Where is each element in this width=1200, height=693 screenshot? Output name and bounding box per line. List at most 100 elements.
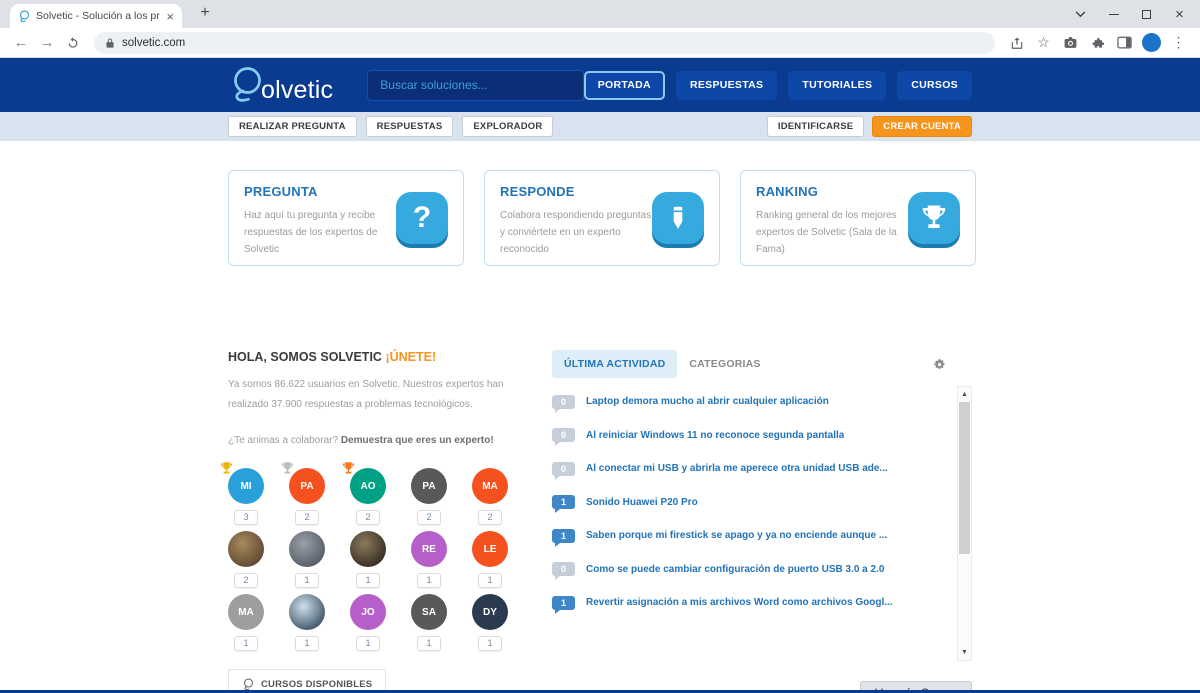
answer-count: 2 (356, 510, 380, 525)
answer-count: 2 (417, 510, 441, 525)
reply-count-badge: 1 (552, 495, 575, 514)
activity-item[interactable]: 0 Al conectar mi USB y abrirla me aperece… (552, 452, 946, 486)
activity-item[interactable]: 1 Revertir asignación a mis archivos Word… (552, 586, 946, 620)
responde-card[interactable]: RESPONDE Colabora respondiendo preguntas… (484, 170, 720, 266)
menu-kebab-icon[interactable]: ⋮ (1165, 31, 1192, 55)
nav-respuestas-button[interactable]: RESPUESTAS (675, 70, 778, 100)
card-text: Colabora respondiendo preguntas y convié… (500, 210, 652, 255)
window-maximize-button[interactable] (1130, 0, 1163, 28)
answer-count: 2 (295, 510, 319, 525)
reply-count-badge: 0 (552, 562, 575, 581)
address-bar[interactable]: solvetic.com (94, 31, 995, 54)
answer-count: 1 (478, 636, 502, 651)
user-avatar[interactable]: DY 1 (472, 594, 508, 651)
user-avatar[interactable]: RE 1 (411, 531, 447, 588)
tab-ultima-actividad[interactable]: ÚLTIMA ACTIVIDAD (552, 350, 678, 378)
question-icon: ? (396, 192, 448, 244)
reload-icon[interactable] (60, 31, 86, 55)
side-panel-icon[interactable] (1111, 31, 1138, 55)
window-close-button[interactable]: × (1163, 0, 1196, 28)
scroll-down-icon[interactable]: ▼ (958, 647, 971, 658)
search-input[interactable] (367, 69, 584, 101)
tab-search-chevron-icon[interactable] (1064, 0, 1097, 28)
user-avatar[interactable]: MA 2 (472, 468, 508, 525)
answer-count: 1 (417, 636, 441, 651)
user-avatar[interactable]: JO 1 (350, 594, 386, 651)
reply-count-badge: 0 (552, 428, 575, 447)
bookmark-star-icon[interactable]: ☆ (1030, 31, 1057, 55)
realizar-pregunta-button[interactable]: REALIZAR PREGUNTA (228, 116, 357, 137)
reply-count-badge: 1 (552, 595, 575, 614)
answer-count: 3 (234, 510, 258, 525)
tab-categorias[interactable]: CATEGORIAS (677, 350, 772, 378)
back-icon[interactable]: ← (8, 31, 34, 55)
user-avatar[interactable]: 1 (350, 531, 386, 588)
user-avatar[interactable]: 1 (289, 531, 325, 588)
scroll-up-icon[interactable]: ▲ (958, 389, 971, 400)
user-avatar[interactable]: MA 1 (228, 594, 264, 651)
user-avatar[interactable]: 2 (228, 531, 264, 588)
share-icon[interactable] (1003, 31, 1030, 55)
card-text: Ranking general de los mejores expertos … (756, 210, 897, 255)
identificarse-button[interactable]: IDENTIFICARSE (766, 116, 865, 137)
card-title: RESPONDE (500, 184, 575, 199)
user-avatar[interactable]: SA 1 (411, 594, 447, 651)
reply-count-badge: 0 (552, 461, 575, 480)
logo-text: olvetic (261, 76, 334, 104)
avatar-photo (350, 531, 386, 567)
user-avatar[interactable]: LE 1 (472, 531, 508, 588)
trophy-icon (341, 461, 356, 476)
browser-toolbar: ← → solvetic.com ☆ ⋮ (0, 28, 1200, 58)
answer-count: 1 (478, 573, 502, 588)
ranking-card[interactable]: RANKING Ranking general de los mejores e… (740, 170, 976, 266)
crear-cuenta-button[interactable]: CREAR CUENTA (872, 116, 972, 137)
favicon-solvetic-bulb-icon (18, 9, 30, 23)
answer-count: 1 (234, 636, 258, 651)
profile-avatar[interactable] (1138, 31, 1165, 55)
respuestas-button[interactable]: RESPUESTAS (365, 116, 454, 137)
activity-item[interactable]: 0 Al reiniciar Windows 11 no reconoce seg… (552, 419, 946, 453)
feature-cards-row: PREGUNTA Haz aquí tu pregunta y recibe r… (228, 170, 976, 266)
answer-count: 1 (356, 573, 380, 588)
pregunta-card[interactable]: PREGUNTA Haz aquí tu pregunta y recibe r… (228, 170, 464, 266)
unete-highlight: ¡ÚNETE! (385, 350, 437, 364)
avatar: PA (411, 468, 447, 504)
pencil-icon (652, 192, 704, 244)
window-minimize-button[interactable] (1097, 0, 1130, 28)
answer-count: 1 (295, 573, 319, 588)
solvetic-logo[interactable]: olvetic (228, 65, 333, 105)
tab-close-icon[interactable]: × (166, 10, 174, 23)
community-description: Ya somos 86.622 usuarios en Solvetic. Nu… (228, 379, 504, 410)
gear-icon[interactable] (933, 358, 946, 371)
nav-tutoriales-button[interactable]: TUTORIALES (788, 70, 887, 100)
avatar-photo (289, 594, 325, 630)
browser-tab[interactable]: Solvetic - Solución a los problem × (10, 4, 182, 28)
browser-window: { "browser": { "tab_title": "Solvetic - … (0, 0, 1200, 693)
nav-portada-button[interactable]: PORTADA (583, 70, 665, 100)
user-avatar[interactable]: PA 2 (281, 462, 325, 525)
trophy-icon (219, 461, 234, 476)
reply-count-badge: 0 (552, 394, 575, 413)
user-avatar[interactable]: PA 2 (411, 468, 447, 525)
activity-item[interactable]: 0 Laptop demora mucho al abrir cualquier … (552, 385, 946, 419)
user-avatar[interactable]: MI 3 (220, 462, 264, 525)
user-avatar[interactable]: 1 (289, 594, 325, 651)
avatar: RE (411, 531, 447, 567)
activity-item[interactable]: 0 Como se puede cambiar configuración de … (552, 553, 946, 587)
user-avatar[interactable]: AO 2 (342, 462, 386, 525)
site-header: olvetic PORTADA RESPUESTAS TUTORIALES CU… (0, 58, 1200, 112)
camera-icon[interactable] (1057, 31, 1084, 55)
new-tab-button[interactable]: + (194, 4, 216, 22)
activity-item[interactable]: 1 Sonido Huawei P20 Pro (552, 486, 946, 520)
community-cta-bold: Demuestra que eres un experto! (340, 435, 494, 446)
card-title: PREGUNTA (244, 184, 318, 199)
avatar: MA (228, 594, 264, 630)
explorador-button[interactable]: EXPLORADOR (462, 116, 554, 137)
nav-cursos-button[interactable]: CURSOS (897, 70, 972, 100)
activity-scrollbar[interactable]: ▲ ▼ (957, 386, 972, 661)
main-content: PREGUNTA Haz aquí tu pregunta y recibe r… (220, 170, 976, 693)
forward-icon[interactable]: → (34, 31, 60, 55)
scrollbar-thumb[interactable] (959, 402, 970, 554)
activity-item[interactable]: 1 Saben porque mi firestick se apago y ya… (552, 519, 946, 553)
extensions-puzzle-icon[interactable] (1084, 31, 1111, 55)
